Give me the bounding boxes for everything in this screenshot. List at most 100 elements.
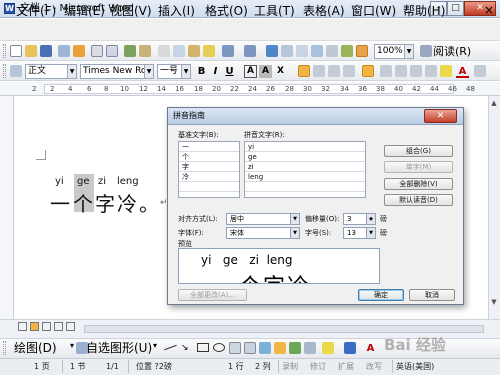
toolbar-grip[interactable] bbox=[3, 44, 6, 58]
insert-excel-icon[interactable] bbox=[311, 45, 323, 57]
status-track[interactable]: 修订 bbox=[310, 361, 326, 372]
menu-view[interactable]: 视图(V) bbox=[110, 3, 152, 19]
ruby-cell[interactable]: ge bbox=[245, 152, 365, 162]
char-scale-button[interactable]: X bbox=[274, 65, 287, 78]
copy-icon[interactable] bbox=[173, 45, 185, 57]
underline-button[interactable]: U bbox=[223, 65, 236, 78]
print-layout-icon[interactable] bbox=[42, 322, 51, 331]
menu-insert[interactable]: 插入(I) bbox=[158, 3, 195, 19]
wordart-icon[interactable] bbox=[259, 342, 271, 354]
menu-help[interactable]: 帮助(H) bbox=[403, 3, 445, 19]
normal-view-icon[interactable] bbox=[18, 322, 27, 331]
clear-all-button[interactable]: 全部删除(V) bbox=[384, 178, 453, 190]
undo-icon[interactable] bbox=[222, 45, 234, 57]
highlight-icon[interactable] bbox=[440, 65, 452, 77]
open-folder-icon[interactable] bbox=[25, 45, 37, 57]
phonetic-guide-icon[interactable] bbox=[474, 65, 486, 77]
menu-format[interactable]: 格式(O) bbox=[205, 3, 248, 19]
menu-edit[interactable]: 编辑(E) bbox=[64, 3, 105, 19]
base-cell[interactable]: 字 bbox=[179, 162, 239, 172]
scroll-up-arrow-icon[interactable]: ▲ bbox=[489, 98, 499, 108]
decrease-indent-icon[interactable] bbox=[410, 65, 422, 77]
default-reading-button[interactable]: 默认读音(D) bbox=[384, 194, 453, 206]
ruby-cell[interactable]: leng bbox=[245, 172, 365, 182]
menu-file[interactable]: 文件(F) bbox=[16, 3, 56, 19]
print-icon[interactable] bbox=[91, 45, 103, 57]
save-icon[interactable] bbox=[40, 45, 52, 57]
oval-icon[interactable] bbox=[213, 343, 225, 352]
menu-tools[interactable]: 工具(T) bbox=[254, 3, 295, 19]
vertical-scrollbar[interactable] bbox=[488, 96, 500, 319]
tables-borders-icon[interactable] bbox=[281, 45, 293, 57]
reading-layout-icon[interactable] bbox=[66, 322, 75, 331]
menu-window[interactable]: 窗口(W) bbox=[351, 3, 396, 19]
scroll-down-arrow-icon[interactable]: ▼ bbox=[489, 297, 499, 307]
styles-icon[interactable] bbox=[10, 65, 22, 77]
autoshapes-menu-button[interactable]: 自选图形(U) bbox=[86, 340, 152, 356]
font-size-select[interactable]: 一号 ▼ bbox=[157, 64, 191, 79]
line-color-icon[interactable] bbox=[344, 342, 356, 354]
base-cell[interactable]: 一 bbox=[179, 142, 239, 152]
justify-icon[interactable] bbox=[343, 65, 355, 77]
close-document-button[interactable]: × bbox=[484, 3, 494, 17]
outline-view-icon[interactable] bbox=[54, 322, 63, 331]
mono-ruby-button[interactable]: 单字(M) bbox=[384, 161, 453, 173]
status-rec[interactable]: 录制 bbox=[282, 361, 298, 372]
insert-picture-icon[interactable] bbox=[304, 342, 316, 354]
clipart-icon[interactable] bbox=[289, 342, 301, 354]
document-map-icon[interactable] bbox=[356, 45, 368, 57]
paste-icon[interactable] bbox=[188, 45, 200, 57]
redo-icon[interactable] bbox=[244, 45, 256, 57]
new-document-icon[interactable] bbox=[10, 45, 22, 57]
cancel-button[interactable]: 取消 bbox=[409, 289, 455, 301]
status-ext[interactable]: 扩展 bbox=[338, 361, 354, 372]
hanzi-ge[interactable]: 个 bbox=[73, 188, 93, 217]
change-all-button[interactable]: 全部更改(A)... bbox=[178, 289, 247, 301]
spelling-icon[interactable] bbox=[124, 45, 136, 57]
char-shading-button[interactable]: A bbox=[259, 65, 272, 78]
drawing-icon[interactable] bbox=[341, 45, 353, 57]
status-ovr[interactable]: 改写 bbox=[366, 361, 382, 372]
hanzi-yi[interactable]: 一 bbox=[50, 188, 70, 217]
menu-table[interactable]: 表格(A) bbox=[303, 3, 345, 19]
ruby-cell[interactable] bbox=[245, 182, 365, 192]
line-spacing-icon[interactable] bbox=[362, 65, 374, 77]
toolbar-grip[interactable] bbox=[3, 64, 6, 78]
draw-menu-button[interactable]: 绘图(D) bbox=[14, 340, 57, 356]
hanzi-period[interactable]: 。 bbox=[139, 188, 159, 217]
toolbar-grip[interactable] bbox=[3, 341, 6, 355]
increase-indent-icon[interactable] bbox=[425, 65, 437, 77]
fill-color-icon[interactable] bbox=[322, 342, 334, 354]
format-painter-icon[interactable] bbox=[203, 45, 215, 57]
print-preview-icon[interactable] bbox=[106, 45, 118, 57]
numbering-icon[interactable] bbox=[380, 65, 392, 77]
group-button[interactable]: 组合(G) bbox=[384, 145, 453, 157]
web-view-icon[interactable] bbox=[30, 322, 39, 331]
drawbar-font-color-button[interactable]: A bbox=[364, 342, 377, 355]
ruby-cell[interactable]: yi bbox=[245, 142, 365, 152]
hyperlink-icon[interactable] bbox=[266, 45, 278, 57]
research-icon[interactable] bbox=[139, 45, 151, 57]
offset-spinner[interactable]: 3 ◆ bbox=[343, 213, 376, 225]
italic-button[interactable]: I bbox=[209, 65, 222, 78]
font-select[interactable]: Times New Roman▼ bbox=[80, 64, 154, 79]
permission-icon[interactable] bbox=[58, 45, 70, 57]
base-cell[interactable] bbox=[179, 182, 239, 192]
dialog-close-button[interactable]: ✕ bbox=[424, 109, 457, 123]
align-left-icon[interactable] bbox=[298, 65, 310, 77]
vertical-textbox-icon[interactable] bbox=[244, 342, 256, 354]
columns-icon[interactable] bbox=[326, 45, 338, 57]
vertical-ruler[interactable] bbox=[0, 96, 14, 319]
bullets-icon[interactable] bbox=[395, 65, 407, 77]
zoom-select[interactable]: 100% ▼ bbox=[374, 44, 414, 59]
insert-table-icon[interactable] bbox=[296, 45, 308, 57]
style-select[interactable]: 正文 ▼ bbox=[25, 64, 77, 79]
char-border-button[interactable]: A bbox=[244, 65, 257, 78]
status-language[interactable]: 英语(美国) bbox=[396, 361, 434, 372]
cut-icon[interactable] bbox=[158, 45, 170, 57]
base-cell[interactable]: 冷 bbox=[179, 172, 239, 182]
hanzi-leng[interactable]: 冷 bbox=[117, 188, 137, 217]
word-app-icon[interactable]: W bbox=[4, 3, 15, 14]
base-cell[interactable]: 个 bbox=[179, 152, 239, 162]
dialog-title-bar[interactable] bbox=[168, 108, 463, 125]
